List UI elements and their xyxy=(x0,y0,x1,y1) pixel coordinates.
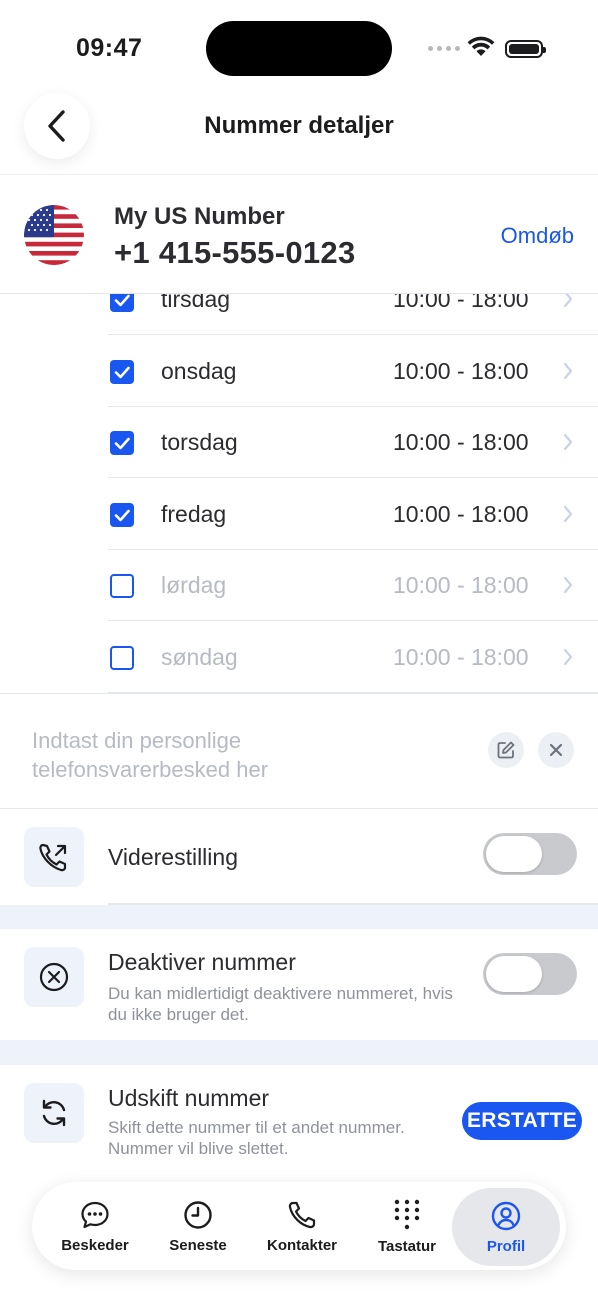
close-icon xyxy=(549,743,563,757)
nav-header: Nummer detaljer xyxy=(0,90,598,174)
checkmark-icon xyxy=(114,366,130,378)
hours-label: 10:00 - 18:00 xyxy=(393,572,529,598)
edit-button[interactable] xyxy=(488,732,524,768)
schedule-row[interactable]: fredag 10:00 - 18:00 xyxy=(108,479,598,550)
hours-label: 10:00 - 18:00 xyxy=(393,429,529,455)
wifi-icon xyxy=(467,36,495,56)
tab-profil[interactable]: Profil xyxy=(452,1188,560,1266)
tab-label: Beskeder xyxy=(61,1236,129,1254)
cellular-signal-icon xyxy=(428,46,460,51)
tab-label: Profil xyxy=(486,1237,526,1255)
chevron-right-icon xyxy=(563,576,573,594)
rename-button[interactable]: Omdøb xyxy=(501,223,574,249)
day-label: søndag xyxy=(161,643,238,670)
chevron-right-icon xyxy=(563,433,573,451)
us-flag-icon xyxy=(24,205,84,265)
hours-label: 10:00 - 18:00 xyxy=(393,643,529,670)
deactivate-row: Deaktiver nummer Du kan midlertidigt dea… xyxy=(0,929,598,1040)
clock-icon xyxy=(184,1200,212,1229)
battery-icon xyxy=(505,40,546,58)
schedule-row[interactable]: torsdag 10:00 - 18:00 xyxy=(108,407,598,478)
dialpad-icon xyxy=(394,1199,420,1229)
chat-bubble-icon xyxy=(81,1201,109,1228)
edit-icon xyxy=(497,741,515,759)
profile-icon xyxy=(491,1201,521,1230)
refresh-icon xyxy=(42,1099,66,1127)
schedule-row[interactable]: lørdag 10:00 - 18:00 xyxy=(108,550,598,621)
replace-icon-tile xyxy=(24,1083,84,1143)
chevron-right-icon xyxy=(563,362,573,379)
day-label: fredag xyxy=(161,500,227,527)
tab-tastatur[interactable]: Tastatur xyxy=(357,1182,457,1270)
section-divider xyxy=(0,905,598,929)
voicemail-input[interactable]: Indtast din personlige telefonsvarerbesk… xyxy=(32,726,332,784)
tab-bar: Beskeder Seneste Kontakter Tastatur Prof… xyxy=(32,1182,566,1270)
day-checkbox[interactable] xyxy=(110,359,134,384)
dynamic-island xyxy=(206,21,392,76)
page-title: Nummer detaljer xyxy=(204,112,394,139)
call-forward-icon xyxy=(39,843,67,872)
day-label: lørdag xyxy=(161,572,227,598)
tab-bar-area: Beskeder Seneste Kontakter Tastatur Prof… xyxy=(0,1176,598,1300)
status-time: 09:47 xyxy=(76,34,143,62)
replace-title: Udskift nummer xyxy=(108,1085,270,1111)
forwarding-row: Viderestilling xyxy=(0,810,598,905)
deactivate-icon-tile xyxy=(24,947,84,1007)
deactivate-toggle[interactable] xyxy=(483,953,577,995)
day-checkbox[interactable] xyxy=(110,574,134,598)
replace-row: Udskift nummer Skift dette nummer til et… xyxy=(0,1065,598,1176)
chevron-right-icon xyxy=(563,648,573,665)
phone-number: +1 415-555-0123 xyxy=(114,235,356,270)
tab-beskeder[interactable]: Beskeder xyxy=(32,1182,158,1270)
checkmark-icon xyxy=(114,437,130,450)
number-card: My US Number +1 415-555-0123 Omdøb xyxy=(0,174,598,294)
hours-label: 10:00 - 18:00 xyxy=(393,357,529,384)
status-bar: 09:47 xyxy=(0,0,598,90)
forwarding-title: Viderestilling xyxy=(108,844,238,870)
day-checkbox[interactable] xyxy=(110,645,134,670)
checkmark-icon xyxy=(114,509,130,521)
chevron-right-icon xyxy=(563,505,573,522)
forwarding-icon-tile xyxy=(24,827,84,887)
clear-button[interactable] xyxy=(538,732,574,768)
day-label: onsdag xyxy=(161,357,237,384)
tab-label: Seneste xyxy=(169,1236,227,1254)
cancel-circle-icon xyxy=(39,962,69,992)
day-checkbox[interactable] xyxy=(110,431,134,455)
tab-label: Kontakter xyxy=(266,1236,337,1254)
phone-icon xyxy=(288,1201,316,1228)
tab-seneste[interactable]: Seneste xyxy=(150,1182,246,1270)
day-checkbox[interactable] xyxy=(110,502,134,527)
section-divider xyxy=(0,1040,598,1065)
tab-label: Tastatur xyxy=(377,1237,437,1255)
deactivate-title: Deaktiver nummer xyxy=(108,949,296,975)
day-label: torsdag xyxy=(161,429,238,455)
number-name: My US Number xyxy=(114,203,285,230)
hours-label: 10:00 - 18:00 xyxy=(393,500,529,527)
schedule-row[interactable]: søndag 10:00 - 18:00 xyxy=(108,622,598,693)
schedule-list[interactable]: tirsdag 10:00 - 18:00 onsdag 10:00 - 18:00 t… xyxy=(0,265,598,693)
voicemail-section: Indtast din personlige telefonsvarerbesk… xyxy=(0,693,598,809)
deactivate-subtitle: Du kan midlertidigt deaktivere nummeret,… xyxy=(108,984,453,1024)
replace-button[interactable]: ERSTATTE xyxy=(462,1102,582,1140)
forwarding-toggle[interactable] xyxy=(483,833,577,875)
replace-subtitle: Skift dette nummer til et andet nummer. … xyxy=(108,1118,405,1158)
tab-kontakter[interactable]: Kontakter xyxy=(252,1182,352,1270)
schedule-row[interactable]: onsdag 10:00 - 18:00 xyxy=(108,336,598,407)
